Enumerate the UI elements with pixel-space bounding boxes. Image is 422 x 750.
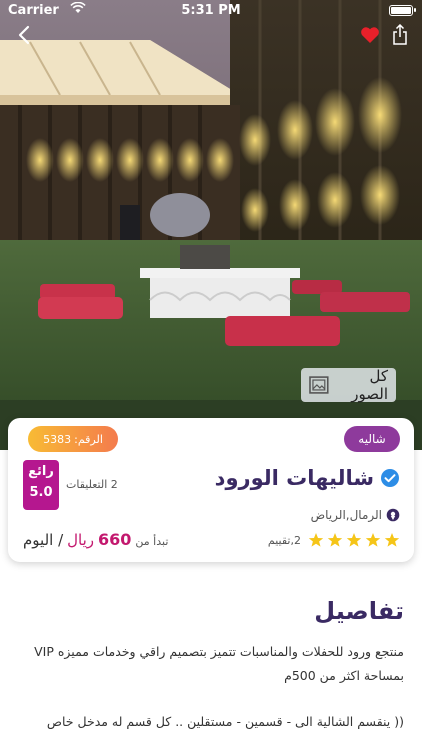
star-icon — [346, 533, 362, 547]
share-icon — [393, 24, 407, 45]
details-paragraph: منتجع ورود للحفلات والمناسبات تتميز بتصم… — [34, 644, 404, 683]
star-rating: 2,تقييم — [268, 532, 400, 548]
details-paragraph: (( ينقسم الشالية الى - قسمين - مستقلين .… — [46, 714, 404, 729]
details-heading: تفاصيل — [314, 597, 404, 625]
location-pin-icon — [386, 508, 400, 522]
chevron-left-icon — [18, 25, 30, 45]
battery-icon — [389, 5, 416, 16]
clock-label: 5:31 PM — [181, 3, 241, 18]
gallery-icon — [309, 376, 329, 394]
rating-badge: رائع 5.0 — [23, 460, 59, 510]
price-period: / اليوم — [23, 531, 64, 549]
rating-word: رائع — [28, 464, 54, 479]
star-icon — [384, 533, 400, 547]
all-photos-label: كل الصور — [351, 367, 388, 403]
listing-id-value: 5383 — [43, 432, 72, 446]
share-button[interactable] — [386, 22, 414, 48]
reviews-count: 2,تقييم — [267, 533, 301, 547]
price-from-label: تبدأ من — [135, 535, 169, 548]
star-icon — [308, 533, 324, 547]
title-row: شاليهات الورود — [215, 466, 400, 490]
listing-title: شاليهات الورود — [214, 466, 374, 490]
listing-id-label: الرقم: — [74, 432, 103, 446]
star-icon — [365, 533, 381, 547]
price-unit: ريال — [67, 531, 95, 549]
back-button[interactable] — [10, 22, 38, 48]
listing-card: الرقم: 5383 شاليه رائع 5.0 2 التعليقات ش… — [8, 418, 414, 562]
star-icon — [327, 533, 343, 547]
location-label: الرمال,الرياض — [310, 508, 382, 522]
rating-score: 5.0 — [29, 485, 53, 500]
heart-icon — [361, 27, 379, 43]
status-bar: Carrier 5:31 PM — [0, 0, 422, 20]
verified-icon — [381, 469, 399, 487]
location-row: الرمال,الرياض — [311, 508, 400, 522]
all-photos-button[interactable]: كل الصور — [301, 367, 396, 403]
price-value: 660 — [98, 530, 132, 549]
listing-id-badge: الرقم: 5383 — [28, 426, 118, 452]
favorite-button[interactable] — [356, 22, 384, 48]
price-row: تبدأ من 660 ريال / اليوم — [23, 530, 168, 549]
listing-type-badge: شاليه — [344, 426, 400, 452]
comments-link[interactable]: 2 التعليقات — [66, 478, 118, 491]
